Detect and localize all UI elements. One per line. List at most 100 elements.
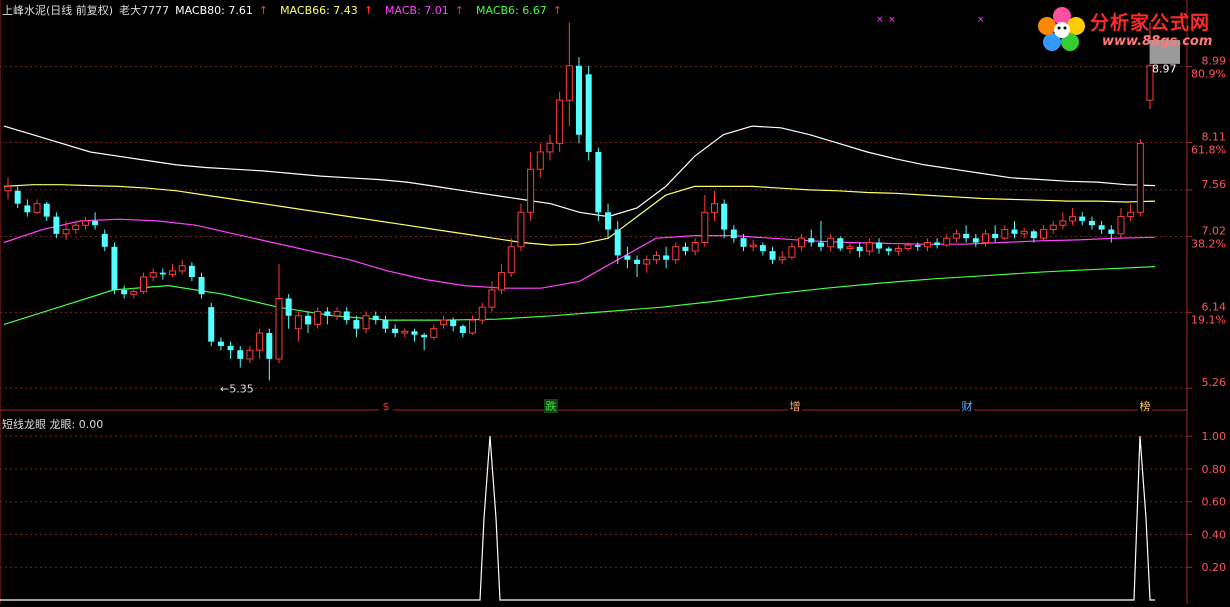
indicator-macb-label: MACB: 7.01 [385,4,449,17]
candle-body-up [952,233,960,239]
candle-body-down [595,151,602,213]
candle-body-down [585,74,592,152]
candle-body-up [778,256,786,261]
up-arrow-icon: ↑ [258,4,269,17]
price-tick-label: 8.11 [1202,130,1227,143]
candle-body-down [856,246,863,252]
candle-body-up [1020,230,1028,235]
candle-body-down [285,298,292,316]
price-pct-label: 19.1% [1191,313,1226,326]
candle-body-down [1098,225,1105,230]
candle-body-up [1049,224,1057,231]
candle-body-down [992,233,999,239]
up-arrow-icon: ↑ [552,4,562,17]
candle-body-up [846,246,854,250]
candle-body-up [275,298,283,360]
candle-body-down [934,242,941,246]
candle-body-up [710,203,718,213]
low-price-marker: ←5.35 [220,382,254,395]
candle-body-down [43,203,50,217]
price-pct-label: 80.9% [1191,68,1226,81]
candle-body-up [1001,229,1009,239]
price-pct-label: 38.2% [1191,237,1226,250]
candle-body-down [837,238,844,249]
candle-body-up [788,246,796,258]
candle-body-down [1088,220,1095,226]
candle-body-up [1059,220,1067,226]
candle-body-down [885,248,892,252]
candle-body-down [382,320,389,329]
candle-body-down [1011,229,1018,234]
candle-body-up [130,291,138,295]
watermark-title: 分析家公式网 [1090,12,1211,34]
candle-body-down [730,229,737,239]
candle-body-up [178,265,186,272]
indicator-macb6-label: MACB6: 6.67 [476,4,547,17]
candle-body-up [865,241,873,252]
ma-line-macb [3,218,1156,289]
candle-body-up [546,142,554,153]
sub-tick-label: 0.20 [1202,561,1227,574]
candle-body-down [188,265,195,277]
candle-body-down [53,216,60,234]
candle-body-up [643,259,651,265]
candle-body-up [894,248,902,252]
candle-body-up [536,151,544,170]
sub-tick-label: 0.40 [1202,528,1227,541]
candle-body-up [440,319,448,325]
candle-body-down [817,242,824,247]
current-price-label: 8.97 [1152,62,1177,75]
candle-body-down [92,220,99,226]
candle-body-down [411,331,418,335]
candle-body-up [294,315,302,330]
watermark-url: www.88gs.com [1102,34,1213,49]
ma-line-macb6 [3,266,1156,325]
candle-body-up [1127,211,1135,218]
candle-body-down [392,328,399,334]
candle-body-up [1136,142,1144,213]
x-marker-icon: × [876,15,884,25]
candle-body-down [721,203,728,230]
candle-body-up [827,237,835,248]
candle-body-down [198,276,205,295]
candle-body-up [943,237,951,246]
event-marker-label: 财 [962,399,973,413]
candle-body-down [450,320,457,327]
candle-body-up [798,237,806,248]
event-marker-label: 跌 [546,399,557,413]
candle-body-up [981,233,989,243]
candle-body-down [372,315,379,321]
stock-title: 上峰水泥(日线 前复权) [2,4,114,17]
candle-body-down [24,205,31,213]
event-marker-label: $ [383,400,390,413]
candle-body-up [401,330,409,334]
event-marker-label: 榜 [1140,399,1151,413]
chart-canvas: 8.9980.9% 8.1161.8% 7.56 7.0238.2% 6.1419.1%… [0,0,1227,604]
candle-body-up [672,246,680,261]
candle-body-up [691,241,699,252]
candle-body-up [246,349,254,360]
candle-body-down [305,315,312,325]
candle-body-down [159,272,166,275]
sub-tick-label: 0.80 [1202,463,1227,476]
candle-body-up [72,224,80,231]
candle-body-down [266,333,273,359]
candle-body-up [149,272,157,278]
watermark-logo: 分析家公式网 www.88gs.com [1030,2,1226,54]
candle-body-down [876,242,883,249]
x-marker-icon: × [888,15,896,25]
sub-header: 短线龙眼 龙眼: 0.00 [2,416,103,432]
indicator-macb80: MACB80: 7.61 ↑ [175,4,274,17]
sub-value: 龙眼: 0.00 [49,418,104,431]
candle-body-up [139,276,147,293]
candle-body-up [469,319,477,334]
candle-body-down [1108,229,1115,234]
candle-body-down [624,255,631,260]
candle-body-down [576,65,582,135]
candle-body-up [362,315,370,330]
candle-body-down [421,334,428,338]
candle-body-up [81,220,89,226]
up-arrow-icon: ↑ [363,4,374,17]
candle-body-up [169,270,177,275]
candle-body-down [682,246,689,252]
